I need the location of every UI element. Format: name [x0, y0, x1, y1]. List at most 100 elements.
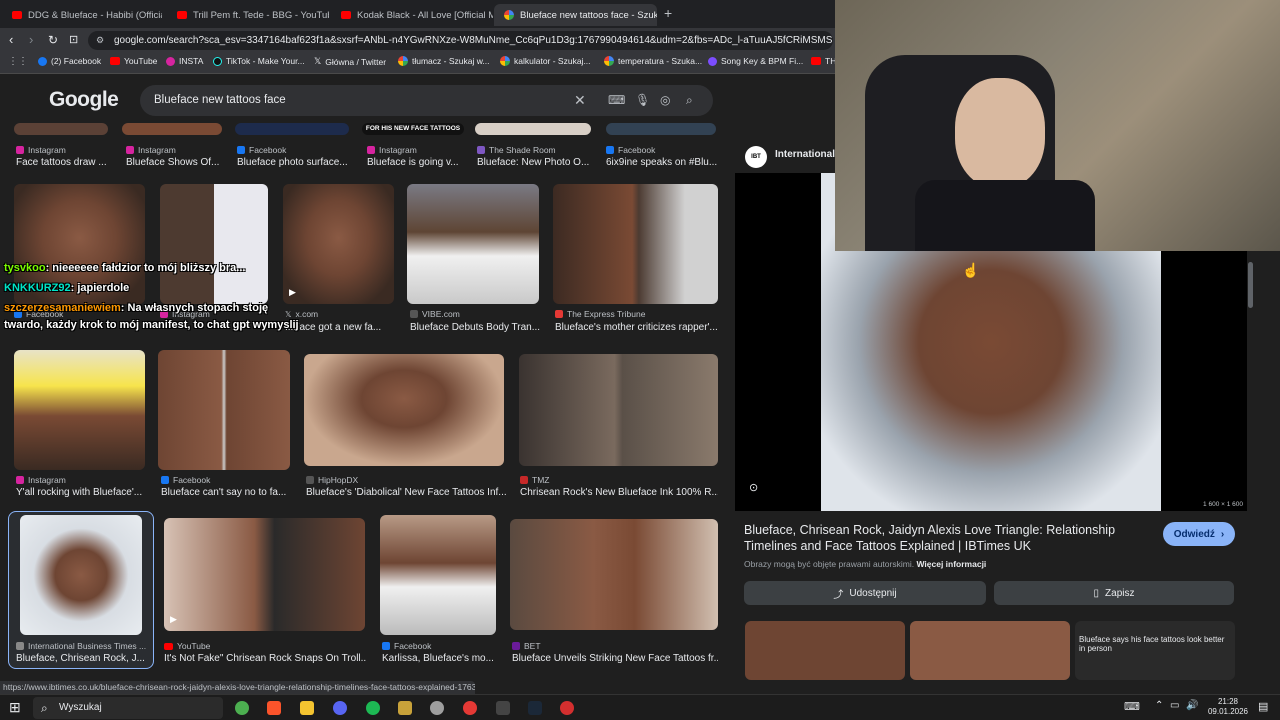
apps-icon[interactable]: ⋮⋮ — [8, 56, 28, 67]
notification-icon[interactable]: ▤ — [1258, 700, 1268, 713]
result-title[interactable]: Blueface can't say no to fa... — [161, 487, 291, 498]
result-thumb[interactable] — [20, 515, 142, 635]
bookmark-tlumacz[interactable]: tłumacz - Szukaj w... — [398, 56, 489, 66]
result-thumb[interactable] — [380, 515, 496, 635]
result-thumb[interactable] — [407, 184, 539, 304]
new-tab-icon[interactable]: + — [664, 5, 672, 21]
tab-trill-pem[interactable]: Trill Pem ft. Tede - BBG - YouTube — [167, 4, 329, 26]
chevron-up-icon[interactable]: ⌃ — [1155, 700, 1163, 711]
brave-icon[interactable] — [267, 701, 281, 715]
site-info-icon[interactable]: ⚙ — [96, 31, 104, 50]
result-thumb[interactable] — [160, 184, 268, 304]
related-thumb[interactable]: Blueface says his face tattoos look bett… — [1075, 621, 1235, 680]
search-icon[interactable]: ⌕ — [686, 85, 693, 116]
clear-icon[interactable]: ✕ — [574, 85, 586, 116]
result-thumb[interactable] — [122, 123, 222, 135]
forward-icon[interactable]: › — [29, 32, 33, 48]
lens-icon[interactable]: ⊙ — [749, 481, 758, 494]
spotify-icon[interactable] — [366, 701, 380, 715]
site-icon — [16, 642, 24, 650]
mic-icon[interactable]: 🎙 — [635, 85, 650, 116]
bookmark-facebook[interactable]: (2) Facebook — [38, 56, 101, 66]
bookmark-th[interactable]: TH — [811, 56, 836, 66]
steam-icon[interactable] — [528, 701, 542, 715]
url-field[interactable]: ⚙ google.com/search?sca_esv=3347164baf623… — [88, 31, 833, 50]
volume-icon[interactable]: 🔊 — [1186, 700, 1198, 711]
taskbar-search[interactable]: ⌕ Wyszukaj — [33, 697, 223, 719]
app-icon[interactable] — [235, 701, 249, 715]
tiktok-icon — [213, 56, 222, 66]
tab-google-search[interactable]: Blueface new tattoos face - Szuk✕ — [494, 4, 657, 26]
lens-icon[interactable]: ◎ — [660, 85, 670, 116]
google-logo[interactable]: Google — [49, 88, 119, 112]
result-title[interactable]: Face tattoos draw ... — [16, 157, 116, 168]
more-info-link[interactable]: Więcej informacji — [916, 559, 986, 569]
result-title[interactable]: Blueface's mother criticizes rapper'... — [555, 322, 720, 333]
tab-kodak[interactable]: Kodak Black - All Love [Official Music — [331, 4, 493, 26]
app-icon[interactable] — [398, 701, 412, 715]
bookmark-youtube[interactable]: YouTube — [110, 56, 157, 66]
result-title[interactable]: Karlissa, Blueface's mo... — [382, 653, 497, 664]
clock[interactable]: 21:28 09.01.2026 — [1203, 697, 1253, 717]
result-thumb[interactable] — [510, 519, 718, 630]
result-title[interactable]: Blueface: New Photo O... — [477, 157, 592, 168]
reload-icon[interactable]: ↻ — [48, 32, 58, 48]
tab-ddg[interactable]: DDG & Blueface - Habibi (Official Mu — [2, 4, 162, 26]
scrollbar[interactable] — [1248, 262, 1253, 308]
result-title[interactable]: Blueface's 'Diabolical' New Face Tattoos… — [306, 487, 506, 498]
windows-start-icon[interactable]: ⊞ — [9, 699, 21, 716]
folder-icon[interactable] — [300, 701, 314, 715]
result-title[interactable]: Y'all rocking with Blueface'... — [16, 487, 146, 498]
result-title[interactable]: 6ix9ine speaks on #Blu... — [606, 157, 718, 168]
bookmark-twitter[interactable]: 𝕏 Główna / Twitter — [314, 56, 386, 67]
youtube-icon — [164, 642, 173, 650]
result-thumb[interactable]: ▶ — [283, 184, 394, 304]
bookmark-temperatura[interactable]: temperatura - Szuka... — [604, 56, 702, 66]
result-thumb[interactable] — [158, 350, 290, 470]
result-title[interactable]: Chrisean Rock's New Blueface Ink 100% R.… — [520, 487, 718, 498]
save-button[interactable]: ▯ Zapisz — [994, 581, 1234, 605]
result-thumb[interactable] — [235, 123, 349, 135]
bookmark-tiktok[interactable]: TikTok - Make Your... — [213, 56, 305, 66]
result-thumb[interactable] — [304, 354, 504, 466]
discord-icon[interactable] — [333, 701, 347, 715]
panel-source[interactable]: International — [775, 149, 835, 160]
keyboard-icon[interactable]: ⌨ — [1124, 700, 1140, 713]
app-icon[interactable] — [463, 701, 477, 715]
google-icon — [500, 56, 510, 66]
related-thumb[interactable] — [910, 621, 1070, 680]
result-thumb[interactable]: ▶ — [164, 518, 365, 631]
result-thumb[interactable] — [553, 184, 718, 304]
result-title[interactable]: Blueface photo surface... — [237, 157, 357, 168]
result-thumb[interactable]: FOR HIS NEW FACE TATTOOS — [362, 123, 464, 135]
visit-button[interactable]: Odwiedź › — [1163, 522, 1235, 546]
result-title[interactable]: Blueface Shows Of... — [126, 157, 226, 168]
network-icon[interactable]: ▭ — [1170, 700, 1179, 711]
instagram-icon — [16, 476, 24, 484]
result-title[interactable]: ...Face got a new fa... — [285, 322, 395, 333]
result-title[interactable]: Blueface Unveils Striking New Face Tatto… — [512, 653, 718, 664]
result-thumb[interactable] — [14, 123, 108, 135]
status-url: https://www.ibtimes.co.uk/blueface-chris… — [0, 681, 475, 694]
search-input[interactable]: Blueface new tattoos face ✕ ⌨ 🎙 ◎ ⌕ — [140, 85, 713, 116]
keyboard-icon[interactable]: ⌨ — [608, 85, 625, 116]
result-thumb[interactable] — [606, 123, 716, 135]
panel-title[interactable]: Blueface, Chrisean Rock, Jaidyn Alexis L… — [744, 522, 1154, 554]
result-thumb[interactable] — [14, 350, 145, 470]
app-icon[interactable] — [430, 701, 444, 715]
result-title[interactable]: Blueface Debuts Body Tran... — [410, 322, 545, 333]
app-icon[interactable] — [496, 701, 510, 715]
app-icon[interactable] — [560, 701, 574, 715]
result-thumb[interactable] — [475, 123, 591, 135]
result-title[interactable]: Blueface is going v... — [367, 157, 467, 168]
back-icon[interactable]: ‹ — [9, 32, 13, 48]
related-thumb[interactable] — [745, 621, 905, 680]
bookmark-icon[interactable]: ⊡ — [69, 32, 78, 48]
result-title[interactable]: Blueface, Chrisean Rock, J... — [16, 653, 146, 664]
bookmark-songkey[interactable]: Song Key & BPM Fi... — [708, 56, 803, 66]
share-button[interactable]: ⤴ Udostępnij — [744, 581, 986, 605]
bookmark-insta[interactable]: INSTA — [166, 56, 203, 66]
result-thumb[interactable] — [519, 354, 718, 466]
bookmark-kalkulator[interactable]: kalkulator - Szukaj... — [500, 56, 591, 66]
result-title[interactable]: It's Not Fake" Chrisean Rock Snaps On Tr… — [164, 653, 366, 664]
